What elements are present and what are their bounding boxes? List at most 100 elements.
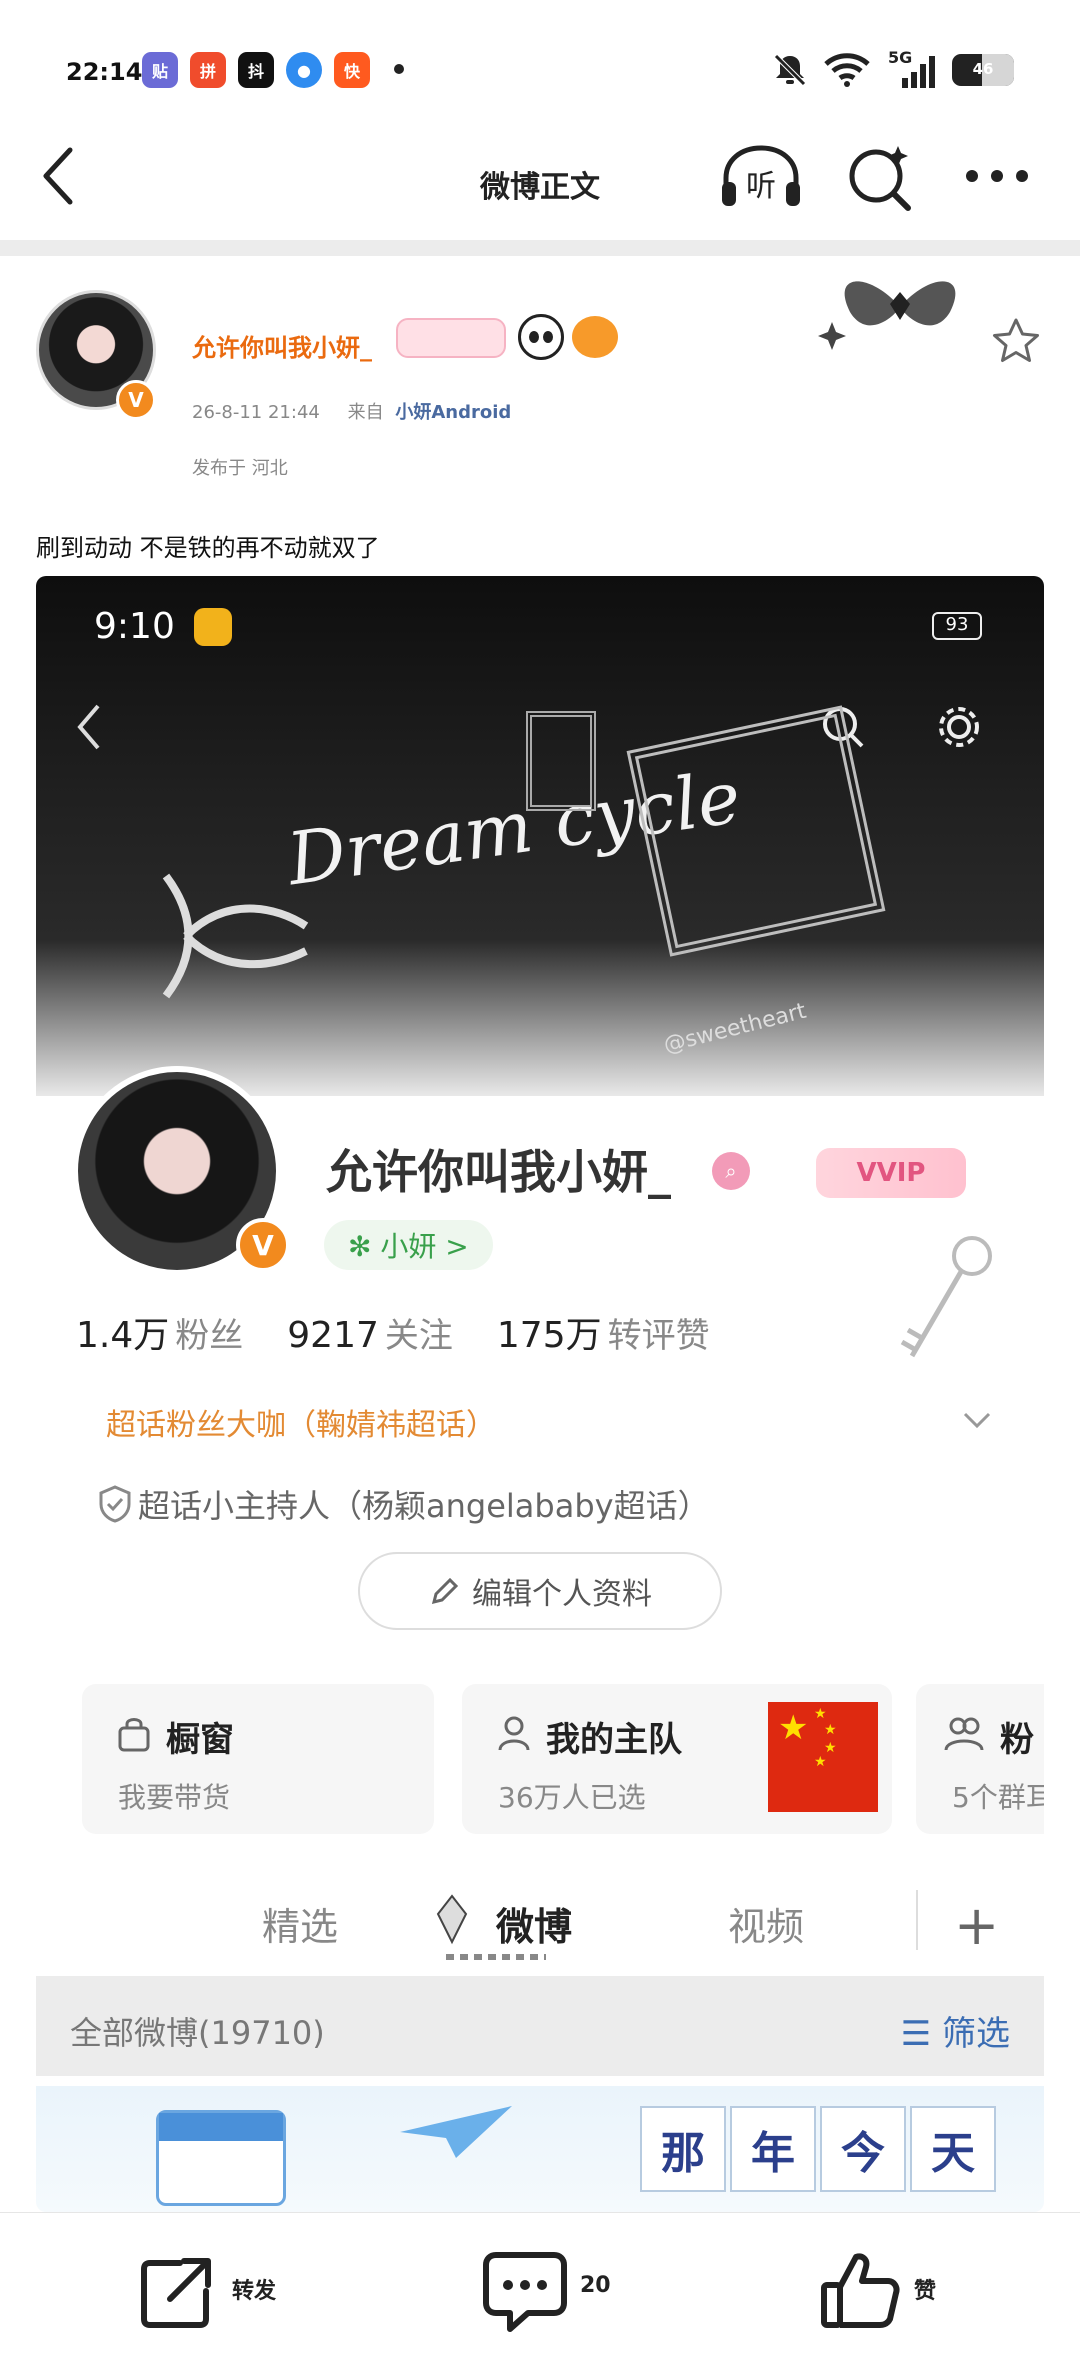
profile-search-icon: ⌕ (712, 1152, 750, 1190)
post-text: 刷到动动 不是铁的再不动就双了 (36, 534, 380, 562)
kuaishou-app-icon: 快 (334, 52, 370, 88)
tab-active-indicator (446, 1954, 546, 1960)
followers-count: 1.4万 (76, 1315, 170, 1356)
profile-stats: 1.4万 粉丝 9217 关注 175万 转评赞 (76, 1306, 754, 1358)
tab-divider (916, 1890, 918, 1950)
profile-name: 允许你叫我小妍_ (326, 1145, 671, 1199)
vintage-key-icon (900, 1236, 992, 1358)
honor-superfan: 超话粉丝大咖（鞠婧祎超话） (106, 1408, 496, 1443)
decoration-wings-icon (818, 281, 956, 350)
tab-video: 视频 (728, 1905, 805, 1949)
shield-icon (99, 1485, 131, 1523)
author-name[interactable]: 允许你叫我小妍_ (192, 328, 372, 363)
status-time: 22:14 (66, 58, 143, 86)
weibo-filter-bar: 全部微博(19710) ☰ 筛选 (36, 1976, 1044, 2076)
diamond-pendant-icon (436, 1894, 468, 1945)
add-tab-plus-icon: + (954, 1894, 1000, 1957)
fan-group-card: 粉 5个群耳 (916, 1684, 1044, 1834)
edit-profile-button: 编辑个人资料 (358, 1552, 722, 1630)
day-char-3: 今 (820, 2106, 906, 2192)
profile-tag-pill: ✻ 小妍 > (324, 1220, 493, 1270)
tab-weibo: 微博 (496, 1905, 573, 1949)
day-char-1: 那 (640, 2106, 726, 2192)
home-team-card: 我的主队 36万人已选 ★ ★ ★ ★ ★ (462, 1684, 892, 1834)
favorite-star-icon[interactable] (990, 316, 1042, 368)
battery-icon: 46 (952, 54, 1014, 86)
pinduoduo-app-icon: 拼 (190, 52, 226, 88)
comment-bubble-icon (483, 2252, 567, 2332)
post-meta: 26-8-11 21:44 来自 小妍Android (192, 398, 511, 424)
post-image[interactable]: 9:10 93 Dream cycle @sweetheart V 允许你叫我小… (36, 576, 1044, 2212)
repost-label: 转发 (232, 2279, 277, 2304)
weibo-logo-icon (194, 608, 232, 646)
browser-app-icon: ● (286, 52, 322, 88)
group-icon (944, 1717, 984, 1751)
share-icon (141, 2258, 211, 2328)
search-ai-icon[interactable] (846, 142, 916, 212)
douyin-app-icon: 抖 (238, 52, 274, 88)
bottom-action-bar: 转发 20 赞 (0, 2212, 1080, 2372)
tieba-app-icon: 贴 (142, 52, 178, 88)
home-team-subtitle: 36万人已选 (498, 1781, 646, 1814)
fan-group-title: 粉 (1000, 1720, 1034, 1760)
post-location: 发布于 河北 (192, 458, 288, 479)
engagement-count: 175万 (496, 1315, 602, 1356)
day-char-4: 天 (910, 2106, 996, 2192)
page-title: 微博正文 (480, 170, 600, 205)
fan-group-subtitle: 5个群耳 (952, 1781, 1044, 1814)
honor-host: 超话小主持人（杨颖angelababy超话） (138, 1487, 710, 1525)
verified-badge-icon: V (116, 380, 156, 420)
pencil-icon (431, 1577, 459, 1605)
fish-emoji-icon (572, 316, 618, 358)
filter-button: ☰ 筛选 (901, 2006, 1010, 2055)
banner-watermark: @sweetheart (661, 998, 809, 1059)
signal-icon (902, 56, 935, 88)
paper-plane-icon (400, 2106, 512, 2158)
comment-button[interactable]: 20 (470, 2213, 670, 2373)
tab-featured: 精选 (262, 1905, 339, 1949)
panda-emoji-icon (518, 314, 564, 360)
showcase-card: 橱窗 我要带货 (82, 1684, 434, 1834)
mute-bell-icon (774, 54, 806, 86)
china-flag-icon: ★ ★ ★ ★ ★ (768, 1702, 878, 1812)
image-status-time: 9:10 (94, 606, 175, 647)
profile-tabs: 精选 微博 视频 + (36, 1872, 1044, 1962)
day-char-2: 年 (730, 2106, 816, 2192)
ornate-frame-icon (626, 705, 886, 957)
bag-icon (118, 1718, 150, 1752)
chevron-down-icon (963, 1412, 991, 1429)
all-weibo-count: 全部微博(19710) (70, 2014, 325, 2052)
team-icon (498, 1716, 530, 1751)
section-divider (0, 240, 1080, 256)
home-team-title: 我的主队 (546, 1720, 682, 1760)
image-battery-level: 93 (932, 612, 982, 640)
more-options-icon[interactable] (964, 166, 1030, 186)
showcase-subtitle: 我要带货 (118, 1781, 231, 1814)
battery-level: 46 (972, 60, 994, 78)
source-prefix: 来自 (347, 402, 384, 423)
edit-profile-label: 编辑个人资料 (472, 1577, 652, 1612)
status-bar: 22:14 贴 拼 抖 ● 快 5G 46 (0, 0, 1080, 140)
small-frame-icon (526, 711, 596, 811)
thumbs-up-icon (821, 2253, 900, 2328)
more-notifications-dot (394, 64, 404, 74)
following-label: 关注 (384, 1316, 453, 1356)
ribbon-key-icon (162, 873, 309, 999)
repost-button[interactable]: 转发 (128, 2213, 348, 2373)
listen-headphones-icon[interactable]: 听 (718, 142, 804, 212)
post-source-link[interactable]: 小妍Android (395, 402, 511, 423)
showcase-title: 橱窗 (166, 1720, 234, 1760)
following-count: 9217 (287, 1315, 379, 1356)
followers-label: 粉丝 (175, 1316, 244, 1356)
like-button[interactable]: 赞 (810, 2213, 1010, 2373)
image-back-icon (77, 704, 100, 750)
image-settings-gear-icon (939, 707, 979, 747)
svg-text:听: 听 (746, 169, 776, 204)
top-nav-bar: 微博正文 听 (0, 120, 1080, 240)
engagement-label: 转评赞 (607, 1316, 710, 1356)
filter-icon: ☰ (900, 2014, 932, 2054)
profile-banner-image: 9:10 93 Dream cycle @sweetheart (36, 576, 1044, 1096)
vvip-badge: VVIP (816, 1148, 966, 1198)
calendar-icon (156, 2110, 286, 2206)
member-badge-icon (396, 318, 506, 358)
